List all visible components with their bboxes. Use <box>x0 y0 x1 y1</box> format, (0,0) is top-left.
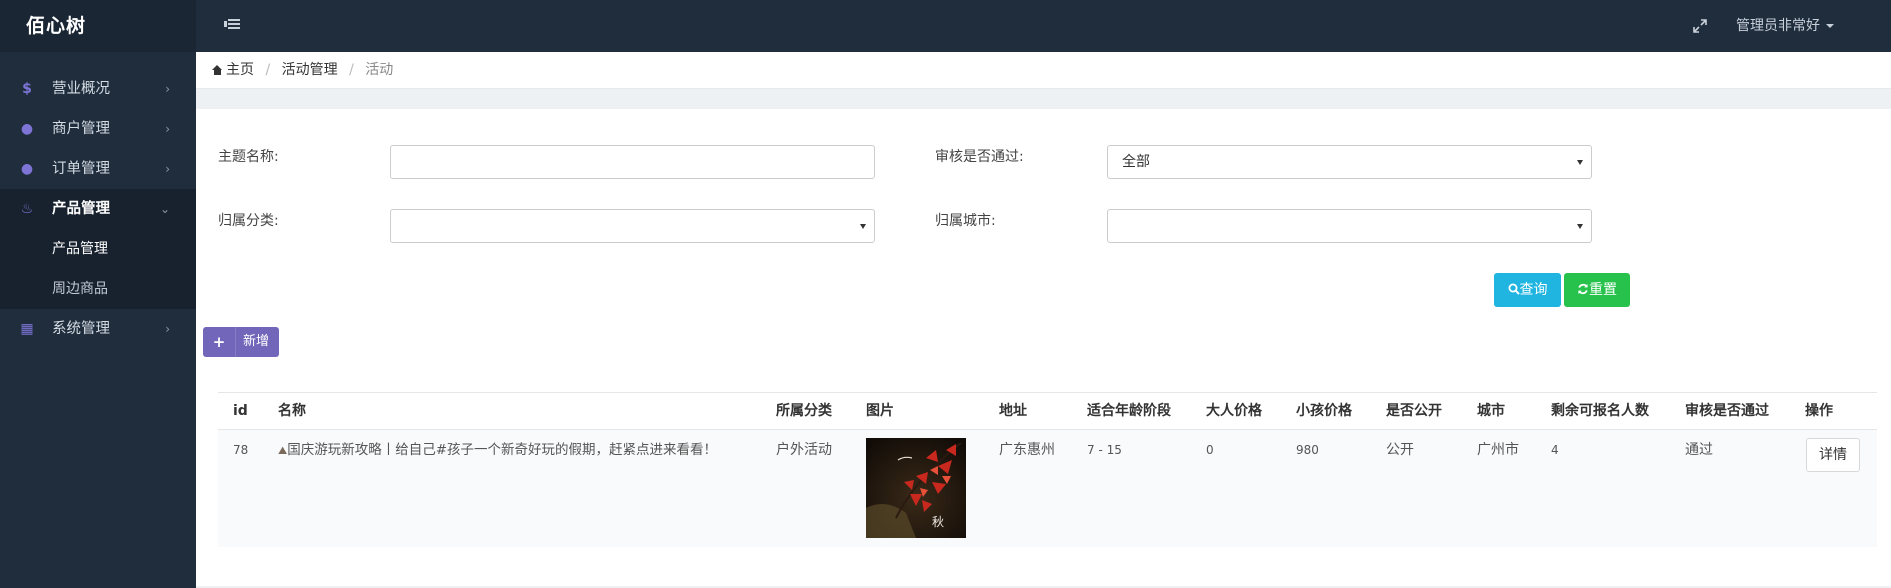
sidebar-item-business-overview[interactable]: $ 营业概况 › <box>0 69 196 109</box>
column-header-address: 地址 <box>999 403 1027 419</box>
sidebar-item-label: 营业概况 <box>52 81 110 97</box>
approved-select-value: 全部 <box>1122 154 1150 170</box>
sidebar-item-label: 订单管理 <box>52 161 110 177</box>
cell-id: 78 <box>233 443 249 457</box>
city-label: 归属城市: <box>935 213 996 229</box>
cell-name: ⛰国庆游玩新攻略丨给自己#孩子一个新奇好玩的假期，赶紧点进来看看！ <box>278 442 718 458</box>
search-icon <box>1508 283 1520 295</box>
chevron-right-icon: › <box>165 122 170 136</box>
column-header-child-price: 小孩价格 <box>1296 403 1352 419</box>
menu-toggle-icon[interactable] <box>224 18 240 32</box>
column-header-name: 名称 <box>278 403 306 419</box>
city-select[interactable] <box>1107 209 1592 243</box>
column-header-actions: 操作 <box>1805 403 1833 419</box>
cell-approved: 通过 <box>1685 442 1713 458</box>
reset-button[interactable]: 重置 <box>1564 273 1630 307</box>
sidebar-item-product-management[interactable]: ♨ 产品管理 ⌄ <box>0 189 196 229</box>
dollar-icon: $ <box>22 81 32 97</box>
column-header-remaining: 剩余可报名人数 <box>1551 403 1649 419</box>
sidebar-subitem-product-management[interactable]: 产品管理 <box>0 229 196 269</box>
column-header-image: 图片 <box>866 403 894 419</box>
chevron-right-icon: › <box>165 162 170 176</box>
activity-image[interactable]: 秋 <box>866 438 966 538</box>
user-name: 管理员非常好 <box>1736 18 1820 34</box>
breadcrumb-separator: / <box>265 62 271 78</box>
brand-logo[interactable]: 佰心树 <box>0 0 196 52</box>
activity-icon: ⛰ <box>278 444 288 457</box>
sidebar-subitem-peripheral-goods[interactable]: 周边商品 <box>0 269 196 309</box>
table-row: 78 ⛰国庆游玩新攻略丨给自己#孩子一个新奇好玩的假期，赶紧点进来看看！ 户外活… <box>218 430 1877 547</box>
activity-table: id 名称 所属分类 图片 地址 适合年龄阶段 大人价格 小孩价格 是否公开 城… <box>218 392 1877 547</box>
sidebar: $ 营业概况 › ● 商户管理 › ● 订单管理 › ♨ 产品管理 ⌄ 产品管理… <box>0 52 196 588</box>
cell-child-price: 980 <box>1296 443 1319 457</box>
chevron-right-icon: › <box>165 82 170 96</box>
cell-category: 户外活动 <box>776 442 832 458</box>
cell-public: 公开 <box>1386 442 1414 458</box>
breadcrumb: 主页 / 活动管理 / 活动 <box>196 52 1891 89</box>
cell-age: 7 - 15 <box>1087 443 1122 457</box>
refresh-icon <box>1578 283 1588 295</box>
th-icon: ▦ <box>20 321 34 337</box>
column-header-public: 是否公开 <box>1386 403 1442 419</box>
column-header-id: id <box>233 403 248 419</box>
sidebar-item-system-management[interactable]: ▦ 系统管理 › <box>0 309 196 349</box>
query-button[interactable]: 查询 <box>1494 273 1561 307</box>
tint-icon: ● <box>20 161 34 177</box>
content-divider <box>196 89 1891 109</box>
chevron-down-icon: ⌄ <box>159 202 170 216</box>
sidebar-item-merchant-management[interactable]: ● 商户管理 › <box>0 109 196 149</box>
chevron-right-icon: › <box>165 322 170 336</box>
theme-name-label: 主题名称: <box>218 149 279 165</box>
column-header-category: 所属分类 <box>776 403 832 419</box>
breadcrumb-current: 活动 <box>365 62 394 78</box>
column-header-approved: 审核是否通过 <box>1685 403 1769 419</box>
detail-button[interactable]: 详情 <box>1806 438 1860 472</box>
add-button[interactable]: + 新增 <box>203 327 279 357</box>
cell-city: 广州市 <box>1477 442 1519 458</box>
user-menu[interactable]: 管理员非常好 <box>1736 0 1834 52</box>
table-header: id 名称 所属分类 图片 地址 适合年龄阶段 大人价格 小孩价格 是否公开 城… <box>218 392 1877 430</box>
plus-icon: + <box>212 333 226 351</box>
top-navbar: 佰心树 管理员非常好 <box>0 0 1891 52</box>
approved-select[interactable]: 全部 <box>1107 145 1592 179</box>
breadcrumb-separator: / <box>349 62 354 78</box>
category-select[interactable] <box>390 209 875 243</box>
fire-icon: ♨ <box>20 201 34 217</box>
column-header-city: 城市 <box>1477 403 1505 419</box>
caret-down-icon <box>860 224 866 229</box>
sidebar-item-label: 系统管理 <box>52 321 110 337</box>
breadcrumb-home[interactable]: 主页 <box>212 62 254 78</box>
caret-down-icon <box>1577 160 1583 165</box>
caret-down-icon <box>1826 24 1834 28</box>
image-caption: 秋 <box>932 515 944 529</box>
globe-icon: ● <box>20 121 34 137</box>
caret-down-icon <box>1577 224 1583 229</box>
sidebar-item-label: 商户管理 <box>52 121 110 137</box>
home-icon <box>212 65 223 75</box>
fullscreen-icon[interactable] <box>1693 19 1707 33</box>
category-label: 归属分类: <box>218 213 279 229</box>
cell-adult-price: 0 <box>1206 443 1214 457</box>
cell-address: 广东惠州 <box>999 442 1055 458</box>
breadcrumb-activity-management[interactable]: 活动管理 <box>282 62 338 78</box>
theme-name-input[interactable] <box>390 145 875 179</box>
column-header-adult-price: 大人价格 <box>1206 403 1262 419</box>
sidebar-item-order-management[interactable]: ● 订单管理 › <box>0 149 196 189</box>
cell-remaining: 4 <box>1551 443 1559 457</box>
column-header-age: 适合年龄阶段 <box>1087 403 1171 419</box>
approved-label: 审核是否通过: <box>935 149 1024 165</box>
sidebar-item-label: 产品管理 <box>52 201 110 217</box>
